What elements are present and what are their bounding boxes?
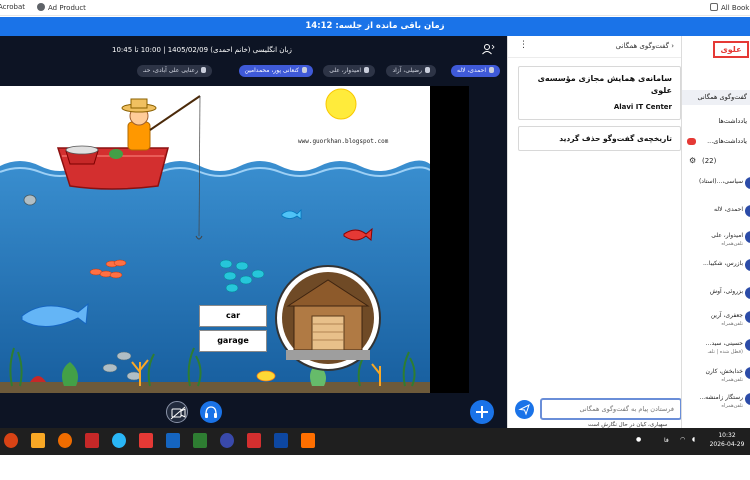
mic-icon [364, 67, 369, 73]
file-explorer-icon[interactable] [31, 433, 45, 448]
sidebar-item-shared-notes[interactable]: یادداشت‌های... [682, 134, 750, 149]
avatar [745, 177, 750, 189]
avatar [745, 231, 750, 243]
chat-header: ‹ گفت‌وگوی همگانی ⋮ [508, 36, 682, 58]
telegram-icon[interactable] [112, 433, 126, 448]
user-list-item[interactable]: حسینی، سید... (قطل شده | تلفـ [682, 336, 750, 362]
add-action-button[interactable] [470, 400, 494, 424]
user-settings-icon[interactable] [481, 43, 495, 55]
word-card-car[interactable]: car [199, 305, 267, 327]
participant-chips: احمدی، لاله رضیلی، آزاد امیدوار، علی کنع… [110, 65, 500, 77]
right-sidebar: علوی گفت‌وگوی همگانی یادداشت‌ها یادداشت‌… [681, 36, 750, 428]
user-list-item[interactable]: امیدوار، علی تلفن‌همراه [682, 228, 750, 254]
session-timer-bar: زمان باقی مانده از جلسه: 14:12 [0, 17, 750, 36]
bookmark-ad-product[interactable]: Ad Product [37, 3, 86, 12]
welcome-message-card: سامانه‌ی همایش مجازی مؤسسه‌ی علوی Alavi … [518, 66, 681, 120]
presentation-stage: زبان انگلیسی (خانم احمدی) 1405/02/09 | 1… [0, 36, 507, 428]
class-info: زبان انگلیسی (خانم احمدی) 1405/02/09 | 1… [112, 46, 292, 54]
chat-title[interactable]: ‹ گفت‌وگوی همگانی [616, 42, 674, 50]
avatar [745, 287, 750, 299]
welcome-title: سامانه‌ی همایش مجازی مؤسسه‌ی علوی [537, 74, 672, 95]
bookmark-acrobat[interactable]: Acrobat [0, 3, 25, 11]
plus-icon [476, 406, 488, 418]
avatar [745, 393, 750, 405]
headset-icon [205, 406, 217, 418]
chat-panel: ‹ گفت‌وگوی همگانی ⋮ سامانه‌ی همایش مجازی… [507, 36, 682, 428]
system-message-card: تاریخچه‌ی گفت‌وگو حذف گردید [518, 126, 681, 151]
participant-chip[interactable]: رضیلی، آزاد [386, 65, 436, 77]
chevron-left-icon: ‹ [668, 42, 674, 50]
app-icon-media[interactable] [85, 433, 99, 448]
folder-icon [710, 3, 718, 11]
word-card-garage[interactable]: garage [199, 330, 267, 352]
user-list-item[interactable]: جعفری، آرین تلفن‌همراه [682, 308, 750, 334]
participant-chip[interactable]: امیدوار، علی [323, 65, 375, 77]
audio-button[interactable] [200, 401, 222, 423]
acrobat-icon[interactable] [247, 433, 261, 448]
notification-badge [687, 138, 696, 145]
users-count: (22) [702, 157, 717, 165]
bookmarks-bar: Acrobat Ad Product All Book [0, 0, 750, 16]
alavi-logo: علوی [713, 41, 749, 58]
app-icon-player[interactable] [139, 433, 153, 448]
history-cleared-text: تاریخچه‌ی گفت‌وگو حذف گردید [559, 134, 672, 143]
app-icon-globe[interactable] [220, 433, 234, 448]
participant-chip[interactable]: رعنایی علی آبادی، حنـ [137, 65, 212, 77]
excel-icon[interactable] [193, 433, 207, 448]
mic-icon [201, 67, 206, 73]
avatar [745, 259, 750, 271]
mic-icon [425, 67, 430, 73]
globe-icon [37, 3, 45, 11]
gear-icon[interactable]: ⚙ [689, 156, 696, 165]
stage-header: زبان انگلیسی (خانم احمدی) 1405/02/09 | 1… [0, 36, 507, 62]
vlc-icon[interactable] [301, 433, 315, 448]
user-list-item[interactable]: خدابخش، کارن تلفن‌همراه [682, 364, 750, 390]
windows-taskbar: ● فا ◠ ◖ 10:32 2026-04-29 [0, 428, 750, 455]
user-list-item[interactable]: رستگار زامنشه... تلفن‌همراه [682, 390, 750, 416]
avatar [745, 205, 750, 217]
send-icon [518, 404, 530, 416]
sidebar-item-public-chat[interactable]: گفت‌وگوی همگانی [682, 90, 750, 105]
user-list-item[interactable]: سیاسی،...(استاد) [682, 174, 750, 200]
photoshop-icon[interactable] [274, 433, 288, 448]
video-off-icon [170, 406, 186, 420]
website-caption: www.guorkhan.blogspot.com [298, 138, 389, 145]
bookmark-all-books[interactable]: All Book [710, 3, 749, 12]
participant-chip[interactable]: کنعانی پور، محمدامین [238, 65, 313, 77]
video-toggle-button[interactable] [166, 401, 188, 423]
page-bottom-margin [0, 455, 750, 480]
send-message-button[interactable] [515, 400, 534, 419]
avatar [745, 367, 750, 379]
avatar [745, 311, 750, 323]
welcome-subtitle: Alavi IT Center [613, 103, 672, 111]
screen: Acrobat Ad Product All Book زمان باقی ما… [0, 0, 750, 480]
participant-chip[interactable]: احمدی، لاله [450, 65, 500, 77]
taskbar-clock[interactable]: 10:32 2026-04-29 [706, 431, 748, 449]
app-icon-office[interactable] [4, 433, 18, 448]
mic-icon [489, 67, 494, 73]
chat-message-input[interactable] [540, 398, 682, 420]
user-list-item[interactable]: احمدی، لاله [682, 202, 750, 228]
word-icon[interactable] [166, 433, 180, 448]
more-options-icon[interactable]: ⋮ [519, 40, 528, 50]
user-list-item[interactable]: بازرس، شکیبا... [682, 256, 750, 282]
mic-icon [302, 67, 307, 73]
slide-side-bar [430, 86, 469, 393]
avatar [745, 339, 750, 351]
user-list-item[interactable]: بزروئی، آوش [682, 284, 750, 310]
sidebar-item-notes[interactable]: یادداشت‌ها [682, 114, 750, 129]
firefox-icon[interactable] [58, 433, 72, 448]
slide-canvas: www.guorkhan.blogspot.com car garage [0, 86, 430, 393]
